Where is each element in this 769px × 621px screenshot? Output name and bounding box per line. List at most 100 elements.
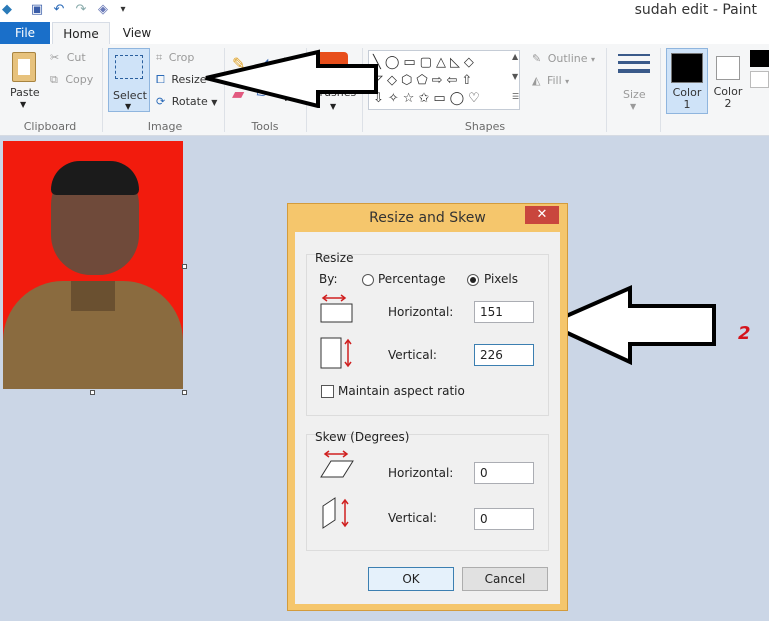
tab-home[interactable]: Home xyxy=(52,22,110,45)
by-label: By: xyxy=(319,272,338,286)
size-button[interactable]: Size ▼ xyxy=(614,48,654,114)
resize-group-label: Resize xyxy=(315,251,354,265)
palette-swatch-black[interactable] xyxy=(750,50,769,67)
portrait-hair xyxy=(51,161,139,195)
separator xyxy=(606,48,607,132)
copy-label: Copy xyxy=(65,73,94,86)
dialog-close-button[interactable]: ✕ xyxy=(525,206,559,224)
save-icon[interactable]: ▣ xyxy=(30,3,44,17)
dialog-body: Resize By: Percentage Pixels Horizontal:… xyxy=(295,232,560,604)
outline-label: Outline xyxy=(547,52,588,65)
resize-handle-corner[interactable] xyxy=(182,390,187,395)
rotate-icon: ⟳ xyxy=(156,95,166,108)
shapes-gallery[interactable]: ╲◯▭▢△◺◇ ◸◇⬡⬠⇨⇦⇧ ⇩✧☆✩▭◯♡ xyxy=(368,50,520,110)
window-title: sudah edit - Paint xyxy=(634,2,757,18)
portrait-uniform xyxy=(3,281,183,389)
horizontal-resize-icon xyxy=(320,294,353,323)
color1-button[interactable]: Color 1 xyxy=(666,48,708,114)
cut-button[interactable]: ✂ Cut xyxy=(50,51,86,64)
percentage-radio[interactable] xyxy=(362,274,374,286)
fill-button[interactable]: ◭ Fill ▾ xyxy=(532,74,569,87)
color1-swatch xyxy=(671,53,703,83)
shapes-scroll-up-icon[interactable]: ▲ xyxy=(512,52,518,61)
undo-icon[interactable]: ↶ xyxy=(52,3,66,17)
close-icon: ✕ xyxy=(536,207,548,222)
shapes-more-icon[interactable]: ☰ xyxy=(512,92,519,101)
image-group-label: Image xyxy=(147,120,183,133)
color1-label: Color 1 xyxy=(672,86,702,111)
color2-button[interactable]: Color 2 xyxy=(712,48,746,114)
paint-app-icon[interactable]: ◆ xyxy=(0,3,14,17)
select-dropdown-icon: ▼ xyxy=(125,102,132,111)
clipboard-group-label: Clipboard xyxy=(23,120,77,133)
crop-label: Crop xyxy=(168,51,195,64)
size-dropdown-icon: ▼ xyxy=(630,102,637,111)
outline-button[interactable]: ✎ Outline ▾ xyxy=(532,52,595,65)
skew-horizontal-input[interactable] xyxy=(474,462,534,484)
skew-vertical-icon xyxy=(322,497,349,529)
ok-button[interactable]: OK xyxy=(368,567,454,591)
crop-button[interactable]: ⌗ Crop xyxy=(156,51,194,65)
palette-swatch-white[interactable] xyxy=(750,71,769,88)
skew-horizontal-label: Horizontal: xyxy=(388,466,454,480)
shapes-scroll-down-icon[interactable]: ▼ xyxy=(512,72,518,81)
tab-file[interactable]: File xyxy=(0,22,50,44)
size-line-icon xyxy=(618,54,650,56)
skew-vertical-label: Vertical: xyxy=(388,511,437,525)
clipboard-icon xyxy=(12,52,36,82)
outline-dropdown-icon: ▾ xyxy=(591,55,596,64)
ribbon: Paste ▼ ✂ Cut ⧉ Copy Clipboard Select ▼ … xyxy=(0,44,769,136)
arrow-annotation-1 xyxy=(205,49,378,108)
size-line-icon xyxy=(618,69,650,73)
skew-group-label: Skew (Degrees) xyxy=(315,430,410,444)
customize-quick-access-icon[interactable]: ◈ xyxy=(96,3,110,17)
canvas-image[interactable] xyxy=(3,141,183,389)
select-rectangle-icon xyxy=(115,55,143,79)
resize-handle-right[interactable] xyxy=(182,264,187,269)
skew-vertical-input[interactable] xyxy=(474,508,534,530)
cancel-button[interactable]: Cancel xyxy=(462,567,548,591)
size-line-icon xyxy=(618,61,650,64)
title-bar: ◆ ▣ ↶ ↷ ◈ ▾ sudah edit - Paint xyxy=(0,0,769,22)
shapes-group-label: Shapes xyxy=(464,120,506,133)
tab-view[interactable]: View xyxy=(112,22,162,44)
select-label: Select xyxy=(113,89,147,102)
separator xyxy=(102,48,103,132)
resize-skew-dialog: Resize and Skew ✕ Resize By: Percentage … xyxy=(287,203,568,611)
pixels-radio[interactable] xyxy=(467,274,479,286)
redo-icon[interactable]: ↷ xyxy=(74,3,88,17)
horizontal-input[interactable] xyxy=(474,301,534,323)
tools-group-label: Tools xyxy=(251,120,279,133)
paste-dropdown-icon: ▼ xyxy=(20,100,27,109)
resize-handle-bottom[interactable] xyxy=(90,390,95,395)
separator xyxy=(660,48,661,132)
shape-icons-row1: ╲◯▭▢△◺◇ xyxy=(373,55,478,70)
horizontal-label: Horizontal: xyxy=(388,305,454,319)
resize-button[interactable]: ⧠ Resize xyxy=(156,73,207,87)
skew-horizontal-icon xyxy=(320,450,354,478)
copy-icon: ⧉ xyxy=(50,73,58,86)
portrait-head xyxy=(51,161,139,275)
percentage-label: Percentage xyxy=(378,272,446,286)
fill-dropdown-icon: ▾ xyxy=(565,77,570,86)
color2-swatch xyxy=(716,56,740,80)
crop-icon: ⌗ xyxy=(156,51,163,64)
vertical-resize-icon xyxy=(320,337,352,369)
shape-icons-row3: ⇩✧☆✩▭◯♡ xyxy=(373,91,484,106)
vertical-label: Vertical: xyxy=(388,348,437,362)
vertical-input[interactable] xyxy=(474,344,534,366)
maintain-aspect-checkbox[interactable] xyxy=(321,385,334,398)
quick-access-dropdown-icon[interactable]: ▾ xyxy=(116,3,130,17)
shape-icons-row2: ◸◇⬡⬠⇨⇦⇧ xyxy=(373,73,477,88)
annotation-number: 2 xyxy=(738,323,751,344)
resize-icon: ⧠ xyxy=(156,73,165,86)
paste-label: Paste xyxy=(10,86,40,99)
fill-label: Fill xyxy=(546,74,562,87)
pixels-label: Pixels xyxy=(484,272,519,286)
cut-label: Cut xyxy=(66,51,86,64)
color2-label: Color 2 xyxy=(713,85,743,110)
select-button[interactable]: Select ▼ xyxy=(108,48,150,112)
paste-button[interactable]: Paste ▼ xyxy=(6,48,42,114)
copy-button[interactable]: ⧉ Copy xyxy=(50,73,93,87)
ribbon-tabs: File Home View xyxy=(0,22,769,45)
